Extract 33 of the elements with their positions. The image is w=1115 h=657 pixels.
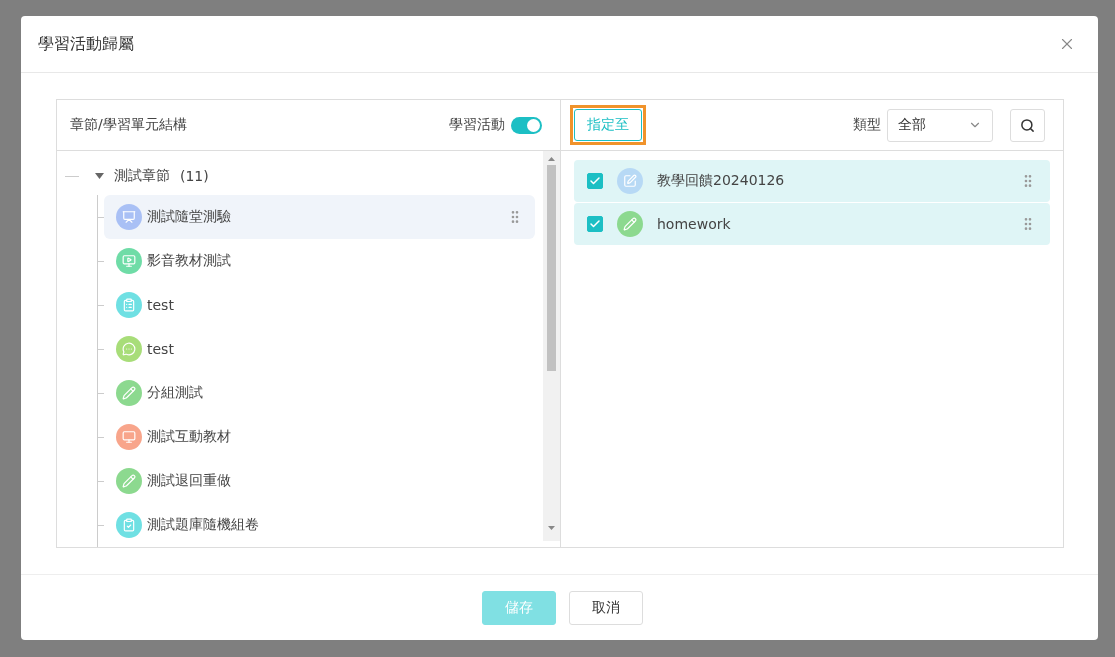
pane-title: 章節/學習單元結構 <box>70 116 187 135</box>
dialog-title: 學習活動歸屬 <box>38 33 134 55</box>
assignment-icon <box>116 468 142 495</box>
assignment-icon <box>116 380 142 407</box>
cancel-button[interactable]: 取消 <box>569 590 643 625</box>
assignment-icon <box>617 211 643 238</box>
tree-item[interactable]: test <box>104 283 535 328</box>
exam-icon <box>116 512 142 539</box>
toggle-switch[interactable] <box>511 116 542 134</box>
activity-item[interactable]: 教學回饋20240126 <box>574 160 1050 203</box>
quiz-icon <box>116 204 142 231</box>
tree-item[interactable]: test <box>104 327 535 372</box>
tree-item[interactable]: 測試退回重做 <box>104 459 535 504</box>
form-icon <box>116 292 142 319</box>
discussion-icon <box>116 336 142 363</box>
caret-icon[interactable] <box>95 173 104 180</box>
video-icon <box>116 248 142 275</box>
tree-item[interactable]: 分組測試 <box>104 371 535 416</box>
chapter-count: (11) <box>180 168 209 185</box>
activity-item[interactable]: homework <box>574 203 1050 246</box>
type-label: 類型 <box>853 116 881 135</box>
tree-item[interactable]: 測試互動教材 <box>104 415 535 460</box>
toggle-label: 學習活動 <box>449 116 505 135</box>
tree-item[interactable]: 測試隨堂測驗 <box>104 195 535 240</box>
type-select[interactable]: 全部 <box>887 108 993 142</box>
interactive-icon <box>116 424 142 451</box>
chapter-label[interactable]: 測試章節 <box>114 167 170 186</box>
tree-item[interactable]: 測試題庫隨機組卷 <box>104 503 535 548</box>
feedback-icon <box>617 168 643 195</box>
search-button[interactable] <box>1010 108 1045 142</box>
tree-item[interactable]: 影音教材測試 <box>104 239 535 284</box>
search-icon[interactable] <box>1020 117 1035 133</box>
scrollbar-drawing[interactable] <box>543 151 560 542</box>
